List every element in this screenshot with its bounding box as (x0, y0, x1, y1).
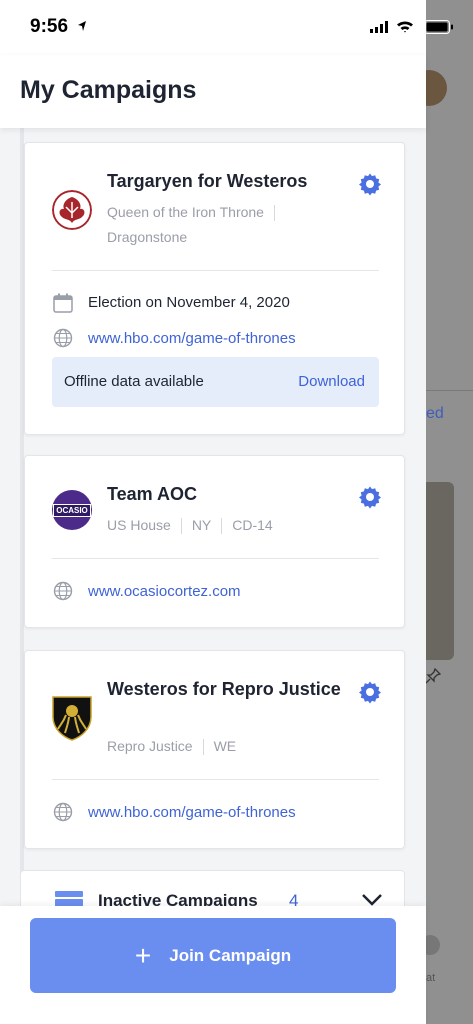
background-divider (426, 390, 473, 391)
meta-item: NY (191, 517, 212, 533)
status-time: 9:56 (30, 16, 69, 37)
meta-separator (273, 205, 275, 222)
gear-icon[interactable] (358, 485, 382, 509)
calendar-icon (53, 293, 73, 313)
chat-label: at (426, 972, 436, 984)
system-icons (370, 20, 414, 33)
signal-icon (370, 20, 388, 33)
campaign-name[interactable]: Targaryen for Westeros (107, 169, 347, 194)
wifi-icon (397, 21, 413, 33)
card-divider (52, 779, 379, 780)
offline-data-banner: Offline data available Download (52, 357, 379, 407)
meta-item: Repro Justice (107, 738, 193, 754)
ocasio-cortez-badge-icon: OCASIO (52, 490, 92, 530)
offline-text: Offline data available (64, 373, 204, 390)
targaryen-dragon-sigil-icon (52, 190, 92, 230)
meta-item: WE (213, 738, 237, 754)
meta-item: Queen of the Iron Throne (107, 204, 264, 220)
join-campaign-button[interactable]: + Join Campaign (30, 918, 396, 993)
election-date: Election on November 4, 2020 (88, 294, 290, 311)
join-campaign-label: Join Campaign (169, 945, 292, 965)
campaign-card[interactable]: OCASIO Team AOC US House NY CD-14 www.ocas… (24, 455, 405, 628)
kraken-shield-icon (52, 696, 92, 741)
meta-separator (202, 739, 204, 756)
gear-icon[interactable] (358, 172, 382, 196)
campaign-list[interactable]: Targaryen for Westeros Queen of the Iron… (0, 128, 426, 908)
card-divider (52, 558, 379, 559)
inactive-campaigns-toggle[interactable]: Inactive Campaigns 4 (20, 870, 405, 908)
campaign-meta: Queen of the Iron Throne Dragonstone (107, 200, 317, 250)
meta-separator (180, 518, 182, 535)
campaign-website-link[interactable]: www.hbo.com/game-of-thrones (88, 330, 296, 347)
globe-icon (53, 802, 73, 822)
drawer-footer: + Join Campaign (0, 906, 426, 1024)
campaigns-drawer: 9:56 My Campaigns Targaryen for Westeros… (0, 0, 453, 1024)
card-divider (52, 270, 379, 271)
campaign-name[interactable]: Westeros for Repro Justice (107, 677, 347, 702)
globe-icon (53, 328, 73, 348)
meta-item: CD-14 (232, 517, 273, 533)
status-bar: 9:56 (0, 0, 426, 55)
campaign-website-link[interactable]: www.ocasiocortez.com (88, 583, 241, 600)
location-arrow-icon (78, 21, 86, 31)
logo-text: OCASIO (53, 503, 91, 517)
plus-icon: + (134, 939, 152, 971)
campaign-meta: Repro Justice WE (107, 734, 317, 759)
background-photo (426, 482, 454, 660)
meta-item: US House (107, 517, 171, 533)
campaign-meta: US House NY CD-14 (107, 513, 367, 538)
background-link-text: ed (426, 405, 444, 422)
campaign-card[interactable]: Targaryen for Westeros Queen of the Iron… (24, 142, 405, 435)
battery-icon (424, 20, 453, 34)
gear-icon[interactable] (358, 680, 382, 704)
page-title: My Campaigns (20, 76, 197, 104)
download-button[interactable]: Download (298, 373, 365, 390)
drawer-header: My Campaigns (0, 55, 426, 128)
meta-item: Dragonstone (107, 229, 188, 245)
campaign-name[interactable]: Team AOC (107, 482, 347, 507)
meta-separator (221, 518, 223, 535)
globe-icon (53, 581, 73, 601)
campaign-website-link[interactable]: www.hbo.com/game-of-thrones (88, 804, 296, 821)
campaign-card[interactable]: Westeros for Repro Justice Repro Justice… (24, 650, 405, 849)
pin-icon (425, 667, 442, 687)
chevron-down-icon[interactable] (361, 893, 383, 907)
